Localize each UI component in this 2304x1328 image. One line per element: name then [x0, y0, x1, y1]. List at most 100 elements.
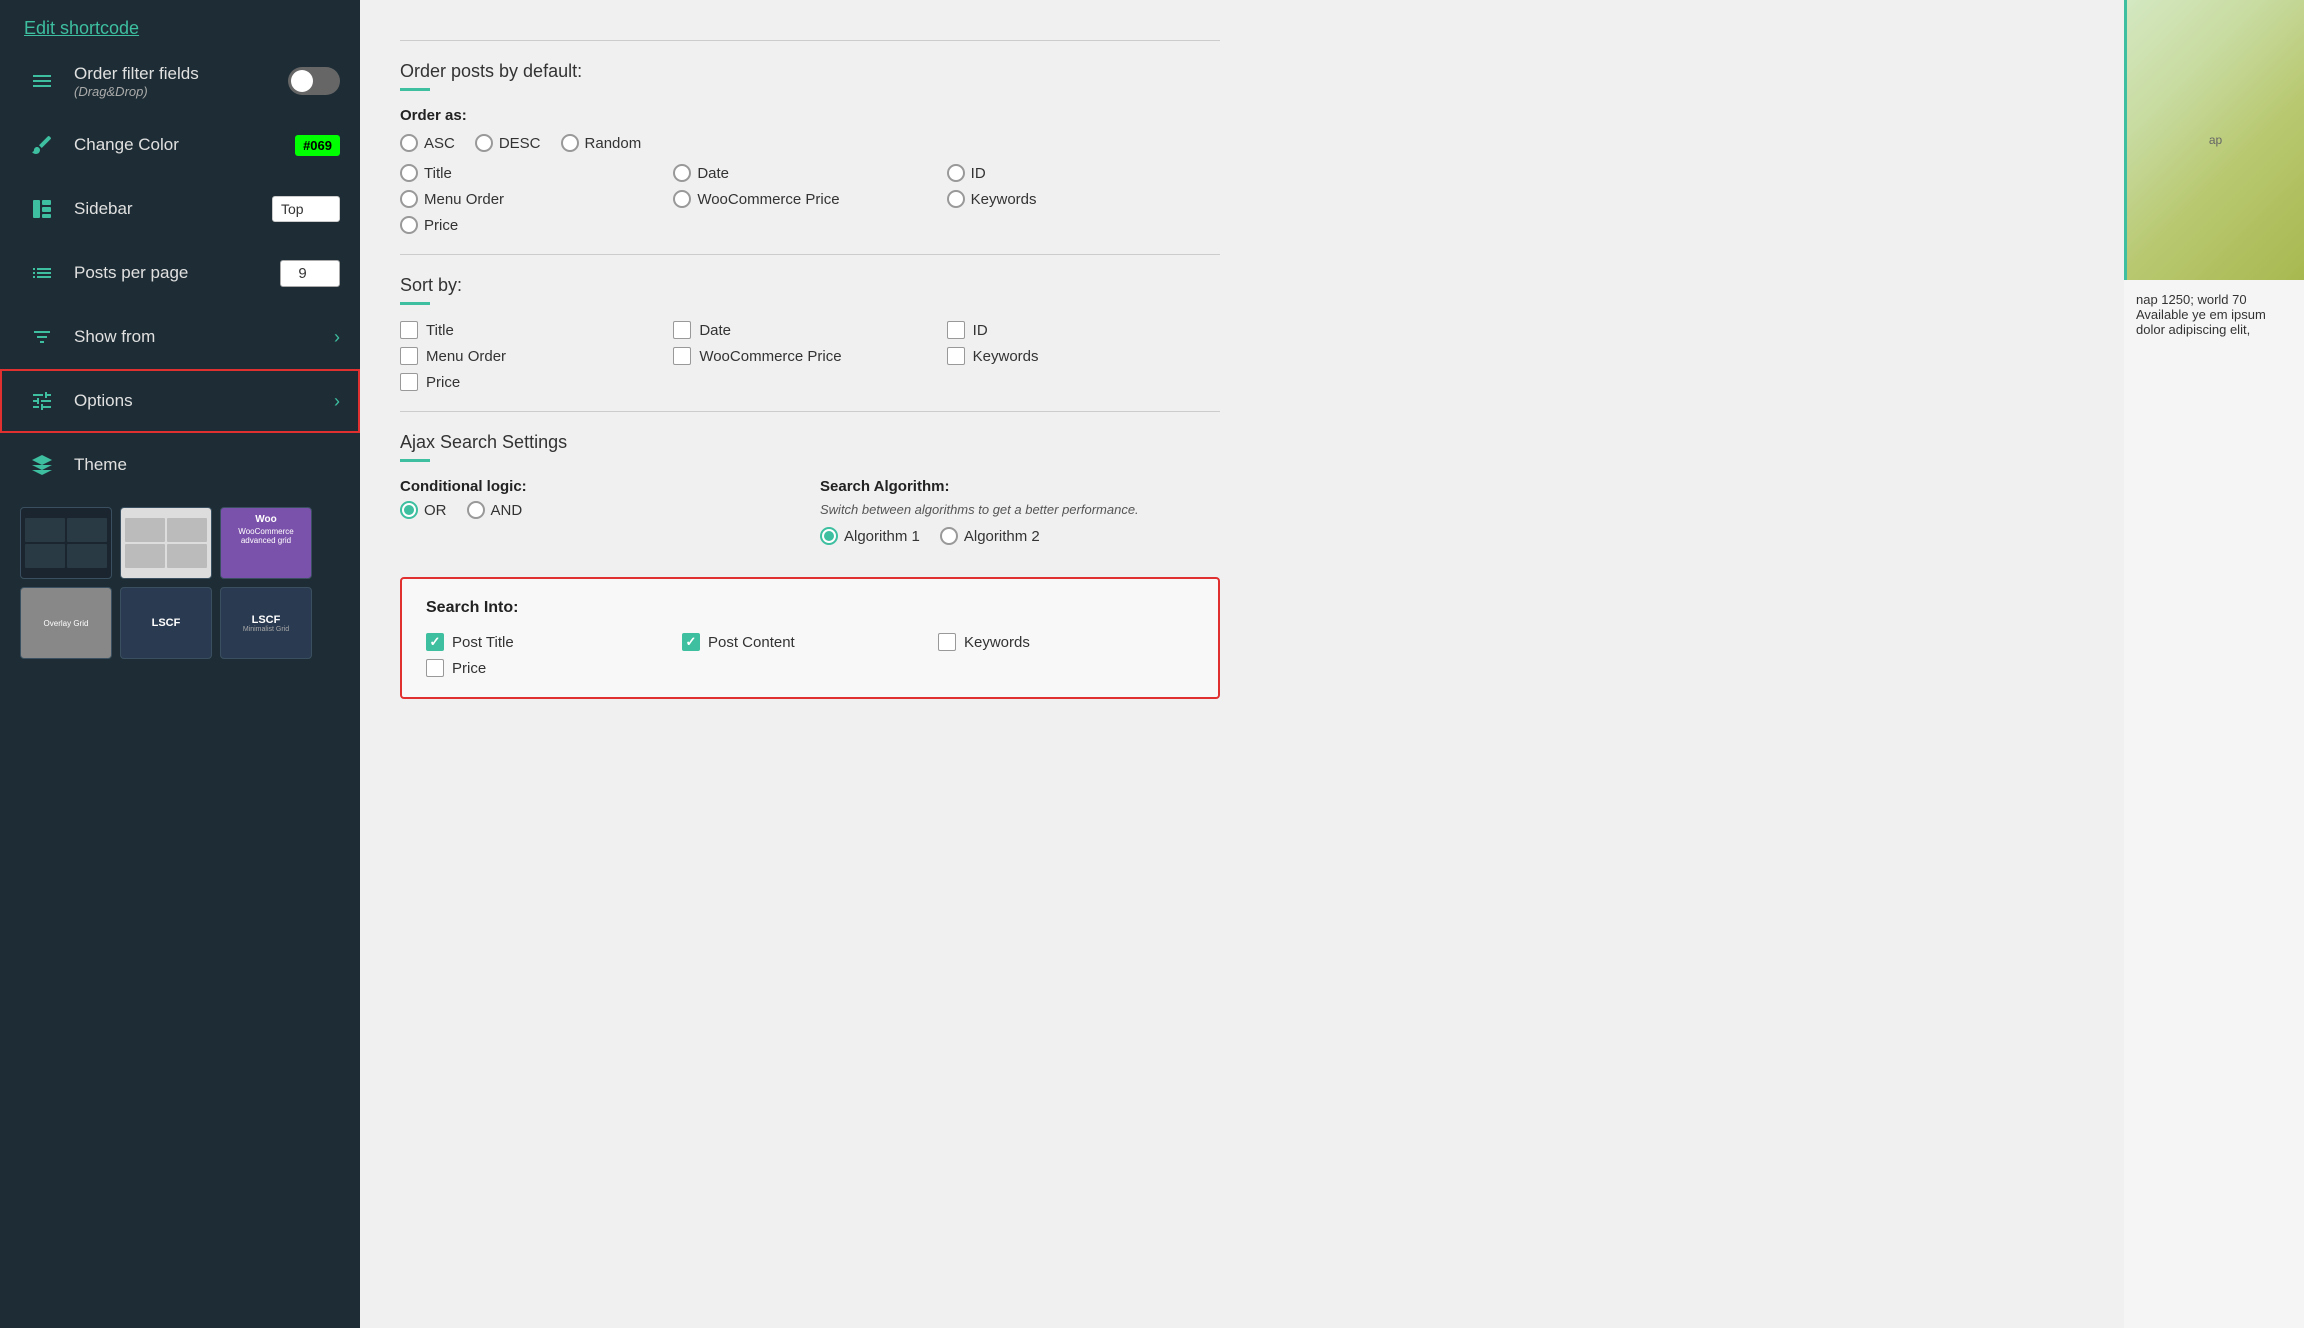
radio-algo1-btn[interactable] [820, 527, 838, 545]
filter-icon [24, 325, 60, 349]
radio-asc[interactable]: ASC [400, 134, 455, 152]
ajax-search-section: Ajax Search Settings Conditional logic: … [400, 432, 1220, 699]
mid-divider-2 [400, 411, 1220, 412]
sidebar-dropdown-wrapper[interactable]: Top Left Right None [272, 196, 340, 222]
order-posts-title: Order posts by default: [400, 61, 1220, 82]
radio-title-btn[interactable] [400, 164, 418, 182]
sidebar-item-posts-per-page[interactable]: Posts per page [0, 241, 360, 305]
sort-id-checkbox[interactable] [947, 321, 965, 339]
sort-date-check[interactable]: Date [673, 321, 946, 339]
sort-menu-order-checkbox[interactable] [400, 347, 418, 365]
theme-thumb-overlay-grid[interactable]: Overlay Grid [20, 587, 112, 659]
radio-id[interactable]: ID [947, 164, 1220, 182]
cube-icon [24, 453, 60, 477]
order-as-label: Order as: [400, 107, 1220, 124]
sidebar-dropdown[interactable]: Top Left Right None [272, 196, 340, 222]
sidebar: Edit shortcode Order filter fields (Drag… [0, 0, 360, 1328]
keywords-checkbox[interactable] [938, 633, 956, 651]
search-into-price[interactable]: Price [426, 659, 682, 677]
theme-thumbnails: Woo WooCommerce advanced grid Overlay Gr… [0, 497, 360, 669]
radio-date[interactable]: Date [673, 164, 946, 182]
radio-menu-order-btn[interactable] [400, 190, 418, 208]
sort-woo-price-checkbox[interactable] [673, 347, 691, 365]
radio-menu-order[interactable]: Menu Order [400, 190, 673, 208]
radio-title[interactable]: Title [400, 164, 673, 182]
color-badge[interactable]: #069 [295, 135, 340, 156]
sort-id-check[interactable]: ID [947, 321, 1220, 339]
order-posts-section: Order posts by default: Order as: ASC DE… [400, 61, 1220, 234]
sort-price-check[interactable]: Price [400, 373, 673, 391]
radio-algo2[interactable]: Algorithm 2 [940, 527, 1040, 545]
sort-price-checkbox[interactable] [400, 373, 418, 391]
sidebar-item-show-from[interactable]: Show from › [0, 305, 360, 369]
post-content-checkbox[interactable] [682, 633, 700, 651]
theme-thumb-dark-grid[interactable] [20, 507, 112, 579]
sort-woo-price-check[interactable]: WooCommerce Price [673, 347, 946, 365]
sidebar-item-sidebar[interactable]: Sidebar Top Left Right None [0, 177, 360, 241]
main-content: Order posts by default: Order as: ASC DE… [360, 0, 2124, 1328]
radio-price-btn[interactable] [400, 216, 418, 234]
posts-per-page-input[interactable] [280, 260, 340, 287]
sort-title-checkbox[interactable] [400, 321, 418, 339]
radio-keywords-btn[interactable] [947, 190, 965, 208]
radio-random[interactable]: Random [561, 134, 642, 152]
radio-asc-btn[interactable] [400, 134, 418, 152]
radio-random-btn[interactable] [561, 134, 579, 152]
right-panel: ap nap 1250; world 70 Available ye em ip… [2124, 0, 2304, 1328]
radio-price[interactable]: Price [400, 216, 673, 234]
order-filter-toggle[interactable] [288, 67, 340, 95]
sort-keywords-check[interactable]: Keywords [947, 347, 1220, 365]
paint-brush-icon [24, 133, 60, 157]
radio-or-btn[interactable] [400, 501, 418, 519]
sort-menu-order-check[interactable]: Menu Order [400, 347, 673, 365]
radio-and[interactable]: AND [467, 501, 523, 519]
sort-by-underline [400, 302, 430, 305]
options-icon [24, 389, 60, 413]
options-label: Options [74, 391, 334, 411]
search-into-grid: Post Title Post Content Keywords Price [426, 633, 1194, 677]
order-posts-underline [400, 88, 430, 91]
search-into-keywords[interactable]: Keywords [938, 633, 1194, 651]
radio-woo-price[interactable]: WooCommerce Price [673, 190, 946, 208]
map-text-panel: nap 1250; world 70 Available ye em ipsum… [2124, 280, 2304, 349]
posts-per-page-label: Posts per page [74, 263, 280, 283]
sidebar-item-order-filter[interactable]: Order filter fields (Drag&Drop) [0, 49, 360, 113]
search-into-title: Search Into: [426, 599, 1194, 617]
radio-desc-btn[interactable] [475, 134, 493, 152]
search-into-post-title[interactable]: Post Title [426, 633, 682, 651]
sidebar-item-theme[interactable]: Theme [0, 433, 360, 497]
ajax-settings-header: Conditional logic: OR AND Sear [400, 478, 1220, 557]
search-into-post-content[interactable]: Post Content [682, 633, 938, 651]
radio-id-btn[interactable] [947, 164, 965, 182]
search-into-box: Search Into: Post Title Post Content Key… [400, 577, 1220, 699]
radio-and-btn[interactable] [467, 501, 485, 519]
radio-woo-price-btn[interactable] [673, 190, 691, 208]
mid-divider-1 [400, 254, 1220, 255]
sort-by-grid: Title Date ID Menu Order WooCommerce Pri… [400, 321, 1220, 391]
theme-thumb-light-grid[interactable] [120, 507, 212, 579]
sort-date-checkbox[interactable] [673, 321, 691, 339]
theme-thumb-woo[interactable]: Woo WooCommerce advanced grid [220, 507, 312, 579]
algorithm-radios: Algorithm 1 Algorithm 2 [820, 527, 1220, 545]
theme-thumb-lscf-1[interactable]: LSCF [120, 587, 212, 659]
sort-title-check[interactable]: Title [400, 321, 673, 339]
radio-keywords[interactable]: Keywords [947, 190, 1220, 208]
sidebar-item-options[interactable]: Options › [0, 369, 360, 433]
search-algorithm-group: Search Algorithm: Switch between algorit… [820, 478, 1220, 557]
show-from-label: Show from [74, 327, 334, 347]
content-panel: Order posts by default: Order as: ASC DE… [360, 0, 1260, 743]
edit-shortcode-link[interactable]: Edit shortcode [0, 0, 360, 49]
change-color-label: Change Color [74, 135, 295, 155]
post-title-checkbox[interactable] [426, 633, 444, 651]
radio-algo1[interactable]: Algorithm 1 [820, 527, 920, 545]
radio-algo2-btn[interactable] [940, 527, 958, 545]
radio-or[interactable]: OR [400, 501, 447, 519]
radio-date-btn[interactable] [673, 164, 691, 182]
sort-keywords-checkbox[interactable] [947, 347, 965, 365]
ajax-search-title: Ajax Search Settings [400, 432, 1220, 453]
price-checkbox[interactable] [426, 659, 444, 677]
drag-drop-icon [24, 69, 60, 93]
theme-thumb-lscf-minimalist[interactable]: LSCF Minimalist Grid [220, 587, 312, 659]
sidebar-item-change-color[interactable]: Change Color #069 [0, 113, 360, 177]
radio-desc[interactable]: DESC [475, 134, 541, 152]
